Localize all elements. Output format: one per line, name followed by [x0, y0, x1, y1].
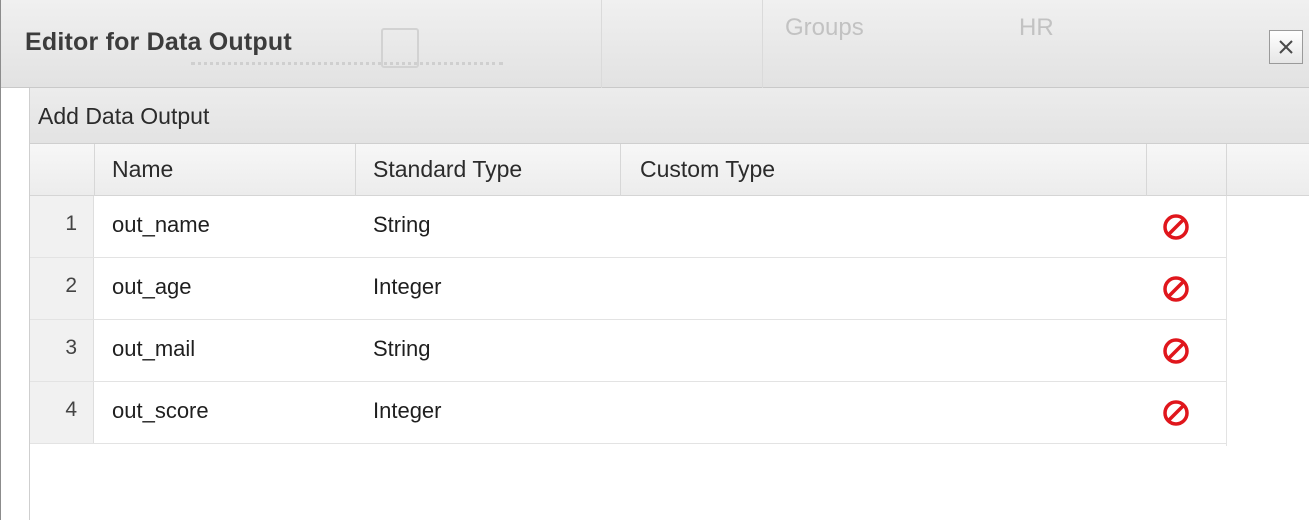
column-separator	[1146, 144, 1147, 196]
column-header-standard-type[interactable]: Standard Type	[373, 156, 522, 183]
cell-standard-type[interactable]: String	[373, 336, 430, 362]
cell-name[interactable]: out_score	[112, 398, 209, 424]
delete-icon[interactable]	[1161, 274, 1191, 304]
cell-standard-type[interactable]: String	[373, 212, 430, 238]
dialog-title: Editor for Data Output	[25, 28, 292, 56]
cell-name[interactable]: out_mail	[112, 336, 195, 362]
close-icon	[1279, 40, 1293, 54]
grid-header: Name Standard Type Custom Type	[30, 144, 1309, 196]
table-row[interactable]: 4 out_score Integer	[30, 382, 1226, 444]
column-header-name[interactable]: Name	[112, 156, 173, 183]
column-header-custom-type[interactable]: Custom Type	[640, 156, 775, 183]
cell-standard-type[interactable]: Integer	[373, 398, 442, 424]
close-button[interactable]	[1269, 30, 1303, 64]
column-separator	[1226, 144, 1227, 196]
table-row[interactable]: 3 out_mail String	[30, 320, 1226, 382]
cell-name[interactable]: out_name	[112, 212, 210, 238]
row-number: 3	[30, 320, 94, 381]
cell-custom-type[interactable]	[630, 398, 1130, 424]
grid-right-border	[1226, 196, 1227, 446]
background-dotted-line	[191, 62, 503, 69]
background-panel	[601, 0, 763, 88]
background-label-groups: Groups	[785, 14, 864, 41]
cell-custom-type[interactable]	[630, 212, 1130, 238]
row-number: 1	[30, 196, 94, 257]
row-number: 4	[30, 382, 94, 443]
cell-custom-type[interactable]	[630, 274, 1130, 300]
background-label-hr: HR	[1019, 14, 1054, 41]
grid-body: 1 out_name String 2 out_age Integer 3 ou…	[30, 196, 1226, 444]
column-separator	[620, 144, 621, 196]
cell-standard-type[interactable]: Integer	[373, 274, 442, 300]
panel-header: Add Data Output	[30, 88, 1309, 144]
table-row[interactable]: 1 out_name String	[30, 196, 1226, 258]
delete-icon[interactable]	[1161, 212, 1191, 242]
delete-icon[interactable]	[1161, 336, 1191, 366]
row-number: 2	[30, 258, 94, 319]
panel-title: Add Data Output	[38, 103, 210, 129]
cell-name[interactable]: out_age	[112, 274, 192, 300]
table-row[interactable]: 2 out_age Integer	[30, 258, 1226, 320]
data-output-panel: Add Data Output Name Standard Type Custo…	[29, 88, 1309, 520]
cell-custom-type[interactable]	[630, 336, 1130, 362]
column-separator	[94, 144, 95, 196]
editor-dialog: Groups HR Editor for Data Output Add Dat…	[0, 0, 1309, 520]
delete-icon[interactable]	[1161, 398, 1191, 428]
dialog-titlebar[interactable]: Groups HR Editor for Data Output	[1, 0, 1309, 88]
column-separator	[355, 144, 356, 196]
